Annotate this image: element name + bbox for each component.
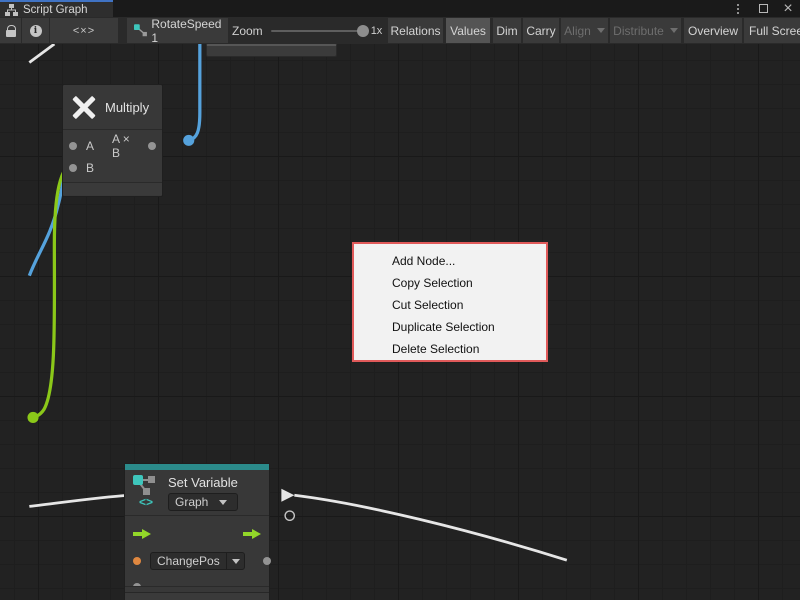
port-label-out: A × B bbox=[112, 132, 139, 160]
code-icon: <×> bbox=[73, 25, 95, 37]
graph-canvas[interactable]: Multiply A A × B B bbox=[0, 44, 800, 600]
zoom-control: Zoom 1x bbox=[232, 18, 382, 43]
node-set-variable[interactable]: <> Set Variable Graph bbox=[124, 463, 270, 600]
code-angle-icon: <> bbox=[139, 497, 153, 508]
wire-endpoint-blue-output bbox=[183, 135, 194, 146]
toolbar-button-overview[interactable]: Overview bbox=[684, 18, 742, 43]
variable-name-dropdown[interactable]: ChangePos bbox=[150, 552, 245, 570]
graph-hierarchy-icon bbox=[5, 4, 18, 16]
kebab-menu-icon[interactable] bbox=[730, 1, 746, 16]
zoom-slider[interactable] bbox=[271, 30, 363, 32]
wire-endpoint-green-left bbox=[27, 412, 38, 423]
toolbar-button-relations[interactable]: Relations bbox=[388, 18, 443, 43]
port-label-b: B bbox=[86, 161, 94, 175]
chevron-down-icon bbox=[232, 559, 240, 564]
graph-toolbar: i <×> RotateSpeed 1 Zoom 1x Relations Va… bbox=[0, 17, 800, 44]
wire-green-input-b bbox=[33, 159, 77, 418]
context-menu: Add Node... Copy Selection Cut Selection… bbox=[352, 242, 548, 362]
port-ring-right[interactable] bbox=[285, 511, 294, 520]
set-variable-icon bbox=[133, 475, 159, 497]
graph-reference-icon bbox=[134, 24, 147, 37]
node-title: Multiply bbox=[105, 100, 149, 115]
graph-reference-button[interactable]: RotateSpeed 1 bbox=[127, 18, 228, 43]
toolbar-button-carry[interactable]: Carry bbox=[523, 18, 559, 43]
zoom-level: 1x bbox=[371, 25, 383, 37]
info-button[interactable]: i bbox=[22, 18, 49, 43]
chevron-down-icon bbox=[597, 28, 605, 33]
variable-scope-dropdown[interactable]: Graph bbox=[168, 493, 238, 511]
lock-icon bbox=[6, 30, 16, 37]
port-input-a[interactable] bbox=[69, 142, 77, 150]
multiply-icon bbox=[71, 94, 97, 120]
menu-item-copy-selection[interactable]: Copy Selection bbox=[354, 272, 546, 294]
flow-arrowhead-out bbox=[281, 489, 294, 502]
node-multiply-body: A A × B B bbox=[63, 130, 162, 182]
port-output-value[interactable] bbox=[263, 557, 271, 565]
toolbar-button-fullscreen[interactable]: Full Screen bbox=[744, 18, 800, 43]
menu-item-cut-selection[interactable]: Cut Selection bbox=[354, 294, 546, 316]
toolbar-button-distribute[interactable]: Distribute bbox=[610, 18, 681, 43]
tab-title: Script Graph bbox=[23, 4, 88, 16]
toolbar-button-values[interactable]: Values bbox=[446, 18, 490, 43]
close-icon[interactable]: × bbox=[780, 1, 796, 16]
port-variable-name[interactable] bbox=[133, 557, 141, 565]
graph-reference-label: RotateSpeed 1 bbox=[151, 17, 228, 45]
menu-item-duplicate-selection[interactable]: Duplicate Selection bbox=[354, 316, 546, 338]
code-button[interactable]: <×> bbox=[50, 18, 118, 43]
scope-value: Graph bbox=[169, 495, 214, 509]
toolbar-button-dim[interactable]: Dim bbox=[493, 18, 521, 43]
script-graph-window: Script Graph × i <×> RotateSpeed 1 bbox=[0, 0, 800, 600]
variable-value: ChangePos bbox=[151, 554, 226, 568]
port-output[interactable] bbox=[148, 142, 156, 150]
zoom-label: Zoom bbox=[232, 24, 263, 38]
node-multiply[interactable]: Multiply A A × B B bbox=[62, 84, 163, 197]
menu-item-delete-selection[interactable]: Delete Selection bbox=[354, 338, 546, 360]
menu-item-add-node[interactable]: Add Node... bbox=[354, 250, 546, 272]
port-label-a: A bbox=[86, 139, 94, 153]
wire-white-flow-out bbox=[294, 495, 566, 560]
flow-output-arrow-icon[interactable] bbox=[243, 529, 261, 539]
node-multiply-footer bbox=[63, 182, 162, 195]
zoom-slider-knob[interactable] bbox=[357, 25, 369, 37]
toolbar-button-align[interactable]: Align bbox=[561, 18, 608, 43]
wire-blue-output bbox=[189, 44, 200, 140]
node-set-variable-header[interactable]: <> Set Variable Graph bbox=[125, 470, 269, 516]
tab-bar: Script Graph × bbox=[0, 0, 800, 17]
partial-node[interactable] bbox=[206, 44, 337, 57]
chevron-down-icon bbox=[219, 500, 227, 505]
port-input-b[interactable] bbox=[69, 164, 77, 172]
wire-white-flow-in bbox=[29, 495, 129, 506]
maximize-icon[interactable] bbox=[755, 1, 771, 16]
flow-input-arrow-icon[interactable] bbox=[133, 529, 151, 539]
window-controls: × bbox=[730, 0, 796, 17]
tab-script-graph[interactable]: Script Graph bbox=[0, 0, 113, 17]
node-set-variable-footer bbox=[125, 592, 269, 600]
lock-button[interactable] bbox=[0, 18, 21, 43]
chevron-down-icon bbox=[670, 28, 678, 33]
info-icon: i bbox=[30, 25, 42, 37]
wire-white-topleft bbox=[29, 44, 54, 63]
node-multiply-header[interactable]: Multiply bbox=[63, 85, 162, 130]
node-title: Set Variable bbox=[168, 475, 238, 490]
